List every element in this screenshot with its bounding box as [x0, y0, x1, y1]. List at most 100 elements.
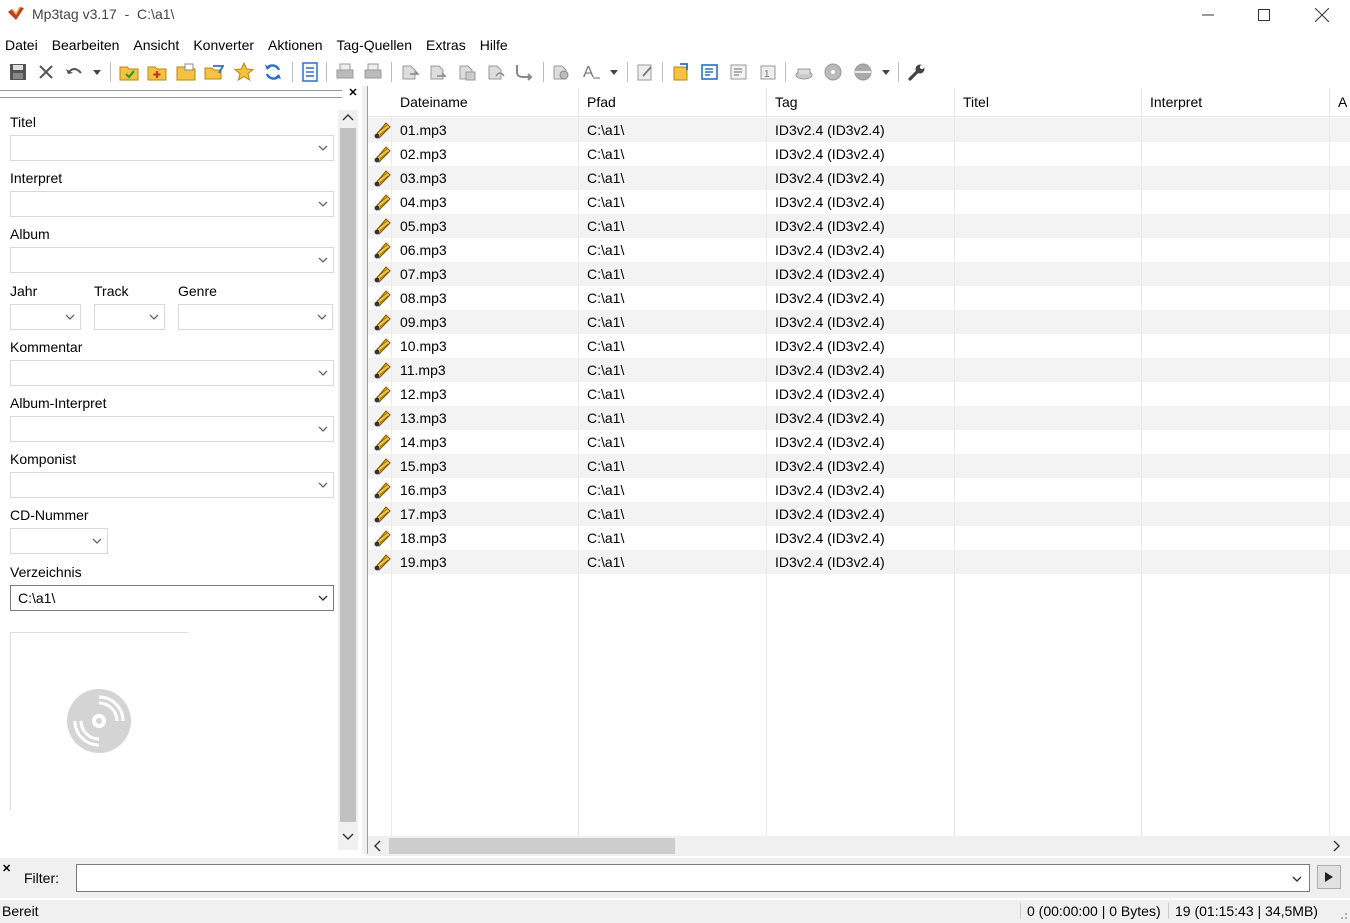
change-directory-button[interactable]: [117, 60, 141, 84]
table-row[interactable]: 09.mp3 C:\a1\ ID3v2.4 (ID3v2.4): [368, 310, 1350, 334]
table-row[interactable]: 03.mp3 C:\a1\ ID3v2.4 (ID3v2.4): [368, 166, 1350, 190]
refresh-button[interactable]: [261, 60, 285, 84]
options-button[interactable]: [905, 60, 929, 84]
mp3-file-icon: [374, 506, 391, 523]
quick-action-dropdown[interactable]: [609, 60, 619, 84]
title-field[interactable]: [10, 135, 334, 161]
table-row[interactable]: 18.mp3 C:\a1\ ID3v2.4 (ID3v2.4): [368, 526, 1350, 550]
maximize-button[interactable]: [1236, 0, 1292, 30]
table-row[interactable]: 01.mp3 C:\a1\ ID3v2.4 (ID3v2.4): [368, 118, 1350, 142]
table-row[interactable]: 05.mp3 C:\a1\ ID3v2.4 (ID3v2.4): [368, 214, 1350, 238]
table-row[interactable]: 10.mp3 C:\a1\ ID3v2.4 (ID3v2.4): [368, 334, 1350, 358]
table-row[interactable]: 07.mp3 C:\a1\ ID3v2.4 (ID3v2.4): [368, 262, 1350, 286]
undo-dropdown[interactable]: [92, 60, 102, 84]
list-scrollbar-thumb[interactable]: [389, 838, 675, 854]
actions-button[interactable]: [549, 60, 573, 84]
column-header-album[interactable]: A: [1330, 88, 1350, 116]
table-row[interactable]: 02.mp3 C:\a1\ ID3v2.4 (ID3v2.4): [368, 142, 1350, 166]
table-row[interactable]: 11.mp3 C:\a1\ ID3v2.4 (ID3v2.4): [368, 358, 1350, 382]
column-header-path[interactable]: Pfad: [579, 88, 767, 116]
table-row[interactable]: 14.mp3 C:\a1\ ID3v2.4 (ID3v2.4): [368, 430, 1350, 454]
genre-field[interactable]: [178, 304, 333, 330]
quick-action-button[interactable]: A: [579, 60, 603, 84]
chevron-down-icon[interactable]: [1291, 873, 1303, 885]
table-row[interactable]: 16.mp3 C:\a1\ ID3v2.4 (ID3v2.4): [368, 478, 1350, 502]
menu-bearbeiten[interactable]: Bearbeiten: [47, 34, 129, 56]
comment-field[interactable]: [10, 360, 334, 386]
table-row[interactable]: 06.mp3 C:\a1\ ID3v2.4 (ID3v2.4): [368, 238, 1350, 262]
tag-sources-button[interactable]: [851, 60, 875, 84]
menu-konverter[interactable]: Konverter: [188, 34, 263, 56]
table-row[interactable]: 08.mp3 C:\a1\ ID3v2.4 (ID3v2.4): [368, 286, 1350, 310]
cd-placeholder-icon: [67, 689, 131, 753]
artist-field[interactable]: [10, 191, 334, 217]
scroll-left-icon[interactable]: [372, 840, 382, 852]
print-button[interactable]: [333, 60, 357, 84]
table-row[interactable]: 19.mp3 C:\a1\ ID3v2.4 (ID3v2.4): [368, 550, 1350, 574]
resize-grip-icon[interactable]: [1336, 908, 1348, 920]
directory-field[interactable]: C:\a1\: [10, 585, 334, 611]
freedb-icon: [795, 68, 813, 80]
column-header-filename[interactable]: Dateiname: [392, 88, 579, 116]
playlist-button[interactable]: [669, 60, 693, 84]
table-row[interactable]: 17.mp3 C:\a1\ ID3v2.4 (ID3v2.4): [368, 502, 1350, 526]
cover-art[interactable]: [10, 632, 188, 810]
close-button[interactable]: [1294, 0, 1350, 30]
add-directory-button[interactable]: [145, 60, 169, 84]
menu-datei[interactable]: Datei: [0, 34, 47, 56]
open-folder-button[interactable]: [202, 60, 226, 84]
filter-input[interactable]: [76, 864, 1310, 892]
cd-number-field[interactable]: [10, 528, 108, 554]
autonumbering-button[interactable]: 1: [756, 60, 780, 84]
undo-button[interactable]: [62, 60, 86, 84]
table-row[interactable]: 13.mp3 C:\a1\ ID3v2.4 (ID3v2.4): [368, 406, 1350, 430]
file-list[interactable]: Dateiname Pfad Tag Titel Interpret A 01.…: [368, 88, 1350, 836]
scroll-up-icon[interactable]: [342, 112, 354, 122]
extended-tags-button[interactable]: [633, 60, 657, 84]
import-button[interactable]: [727, 60, 751, 84]
favorites-folder-button[interactable]: [174, 60, 198, 84]
print-preview-button[interactable]: [361, 60, 385, 84]
column-header-artist[interactable]: Interpret: [1142, 88, 1330, 116]
menu-tag-quellen[interactable]: Tag-Quellen: [332, 34, 422, 56]
scroll-down-icon[interactable]: [342, 832, 354, 842]
filename-to-tag-button[interactable]: [426, 60, 450, 84]
composer-field[interactable]: [10, 472, 334, 498]
year-field[interactable]: [10, 304, 81, 330]
tag-to-tag-button[interactable]: [484, 60, 508, 84]
panel-scrollbar-thumb[interactable]: [340, 128, 356, 822]
tag-panel-button[interactable]: [298, 60, 322, 84]
discogs-button[interactable]: [821, 60, 845, 84]
save-button[interactable]: [6, 60, 30, 84]
text-file-to-tag-button[interactable]: [455, 60, 479, 84]
menu-aktionen[interactable]: Aktionen: [263, 34, 331, 56]
menu-extras[interactable]: Extras: [421, 34, 475, 56]
minimize-button[interactable]: [1180, 0, 1236, 30]
favorites-button[interactable]: [232, 60, 256, 84]
menu-hilfe[interactable]: Hilfe: [475, 34, 517, 56]
table-row[interactable]: 15.mp3 C:\a1\ ID3v2.4 (ID3v2.4): [368, 454, 1350, 478]
filter-apply-button[interactable]: [1317, 865, 1341, 889]
tag-to-filename-button[interactable]: [398, 60, 422, 84]
directory-value: C:\a1\: [18, 590, 56, 606]
window-title: Mp3tag v3.17 - C:\a1\: [32, 6, 175, 22]
remove-tag-button[interactable]: [34, 60, 58, 84]
filename-to-filename-button[interactable]: [512, 60, 536, 84]
column-header-title[interactable]: Titel: [955, 88, 1142, 116]
cell-artist: [1142, 454, 1330, 478]
table-row[interactable]: 12.mp3 C:\a1\ ID3v2.4 (ID3v2.4): [368, 382, 1350, 406]
export-button[interactable]: [698, 60, 722, 84]
menu-ansicht[interactable]: Ansicht: [128, 34, 188, 56]
tag-sources-dropdown[interactable]: [881, 60, 891, 84]
track-field[interactable]: [94, 304, 165, 330]
panel-close-button[interactable]: ✕: [346, 86, 360, 100]
freedb-button[interactable]: [792, 60, 816, 84]
album-artist-field[interactable]: [10, 416, 334, 442]
column-header-tag[interactable]: Tag: [767, 88, 955, 116]
filter-close-button[interactable]: ✕: [2, 862, 11, 875]
scroll-right-icon[interactable]: [1332, 840, 1342, 852]
close-icon: [1315, 8, 1329, 22]
album-field[interactable]: [10, 247, 334, 273]
panel-gripper[interactable]: [0, 90, 342, 98]
table-row[interactable]: 04.mp3 C:\a1\ ID3v2.4 (ID3v2.4): [368, 190, 1350, 214]
